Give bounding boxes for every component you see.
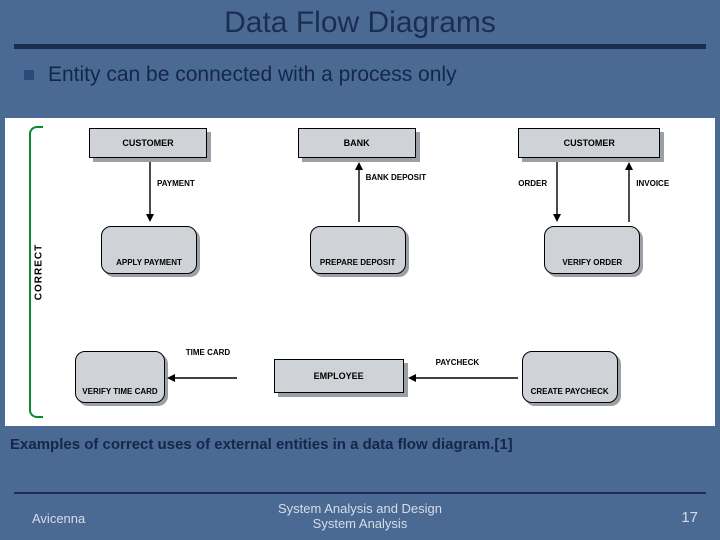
page-number: 17 xyxy=(681,509,698,526)
diagram-grid: CUSTOMER PAYMENT APPLY PAYMENT BANK BANK… xyxy=(57,122,705,422)
process-apply-payment: APPLY PAYMENT xyxy=(101,226,197,274)
flow-payment: PAYMENT xyxy=(157,180,195,189)
cell-customer-order: CUSTOMER ORDER INVOICE VERIFY ORDER xyxy=(474,122,705,321)
arrow-down-icon xyxy=(145,162,155,222)
cell-employee-paycheck: EMPLOYEE PAYCHECK CREATE PAYCHECK xyxy=(266,325,705,422)
bullet-row: Entity can be connected with a process o… xyxy=(24,63,720,87)
arrow-left-paycheck-icon xyxy=(408,373,518,383)
footer-line1: System Analysis and Design xyxy=(278,501,442,516)
arrow-up-icon xyxy=(354,162,364,222)
flow-bank-deposit: BANK DEPOSIT xyxy=(366,174,426,183)
bullet-text: Entity can be connected with a process o… xyxy=(48,63,457,87)
footer-line2: System Analysis xyxy=(313,516,408,531)
cell-customer-payment: CUSTOMER PAYMENT APPLY PAYMENT xyxy=(57,122,258,321)
process-create-paycheck: CREATE PAYCHECK xyxy=(522,351,618,403)
arrow-down-order-icon xyxy=(552,162,562,222)
slide-title: Data Flow Diagrams xyxy=(0,0,720,40)
arrow-left-timecard-icon xyxy=(167,373,237,383)
square-bullet-icon xyxy=(24,70,34,80)
process-prepare-deposit: PREPARE DEPOSIT xyxy=(310,226,406,274)
entity-employee: EMPLOYEE xyxy=(274,359,404,393)
footer-center: System Analysis and Design System Analys… xyxy=(0,501,720,532)
entity-customer-2: CUSTOMER xyxy=(518,128,660,158)
caption: Examples of correct uses of external ent… xyxy=(10,436,710,453)
flow-invoice: INVOICE xyxy=(636,180,669,189)
brace-icon xyxy=(29,126,43,418)
flow-paycheck: PAYCHECK xyxy=(436,359,480,368)
cell-timecard: VERIFY TIME CARD TIME CARD xyxy=(57,325,258,422)
process-verify-order: VERIFY ORDER xyxy=(544,226,640,274)
cell-bank-deposit: BANK BANK DEPOSIT PREPARE DEPOSIT xyxy=(266,122,467,321)
title-underline xyxy=(14,44,706,49)
footer-rule xyxy=(14,492,706,494)
entity-customer: CUSTOMER xyxy=(89,128,207,158)
entity-bank: BANK xyxy=(298,128,416,158)
slide: Data Flow Diagrams Entity can be connect… xyxy=(0,0,720,540)
arrow-up-invoice-icon xyxy=(624,162,634,222)
flow-order: ORDER xyxy=(518,180,547,189)
diagram-panel: CORRECT CUSTOMER PAYMENT APPLY PAYMENT B… xyxy=(5,118,715,426)
process-verify-timecard: VERIFY TIME CARD xyxy=(75,351,165,403)
flow-timecard: TIME CARD xyxy=(183,349,233,358)
